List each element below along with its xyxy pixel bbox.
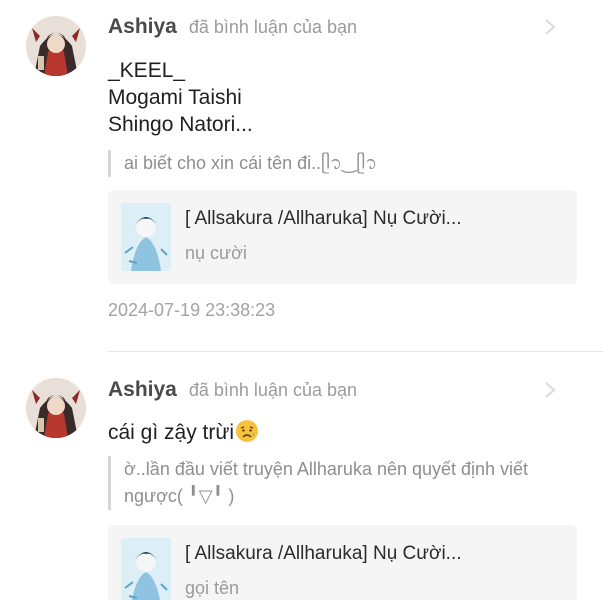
action-text: đã bình luận của bạn (188, 379, 358, 400)
comment-header: Ashiya đã bình luận của bạn (108, 375, 583, 405)
username[interactable]: Ashiya (108, 15, 177, 39)
username[interactable]: Ashiya (108, 378, 177, 402)
quoted-comment-line: ờ..lần đầu viết truyện Allharuka nên quy… (124, 459, 529, 479)
comment-body-line: _KEEL_ (108, 59, 186, 82)
avatar-image (26, 16, 86, 76)
divider (108, 351, 603, 352)
quoted-comment: ờ..lần đầu viết truyện Allharuka nên quy… (108, 456, 573, 510)
comment-body-line: cái gì zậy trừi (108, 419, 579, 446)
story-cover-thumbnail (121, 538, 171, 600)
chapter-title: nụ cười (185, 243, 247, 263)
story-title: [ Allsakura /Allharuka] Nụ Cười... (185, 208, 462, 229)
chapter-title: gọi tên (185, 578, 240, 598)
avatar[interactable] (26, 16, 86, 76)
comment-notification[interactable]: Ashiya đã bình luận của bạn _KEEL_ Mogam… (0, 0, 603, 352)
notification-feed: Ashiya đã bình luận của bạn _KEEL_ Mogam… (0, 0, 603, 600)
quoted-comment-line: ngược( ╹▽╹ ) (124, 486, 235, 506)
comment-body: _KEEL_ Mogami Taishi Shingo Natori... (108, 57, 579, 138)
avatar-image (26, 378, 86, 438)
anxious-face-emoji (236, 420, 259, 442)
chevron-right-icon[interactable] (539, 379, 561, 401)
comment-notification[interactable]: Ashiya đã bình luận của bạn cái gì zậy t… (0, 353, 603, 600)
story-card[interactable]: [ Allsakura /Allharuka] Nụ Cười... nụ cư… (108, 190, 577, 284)
comment-body-line: Mogami Taishi (108, 86, 242, 109)
story-cover-thumbnail (121, 203, 171, 271)
quoted-comment: ai biết cho xin cái tên đi..ᥫ᭡‿ᥫ᭡ (108, 150, 573, 177)
action-text: đã bình luận của bạn (188, 16, 358, 37)
avatar[interactable] (26, 378, 86, 438)
story-title: [ Allsakura /Allharuka] Nụ Cười... (185, 543, 462, 564)
comment-body-text: cái gì zậy trừi (108, 421, 235, 444)
timestamp: 2024-07-19 23:38:23 (108, 300, 276, 320)
comment-header: Ashiya đã bình luận của bạn (108, 12, 583, 42)
comment-body: cái gì zậy trừi (108, 419, 579, 446)
comment-body-line: Shingo Natori... (108, 113, 253, 136)
story-card[interactable]: [ Allsakura /Allharuka] Nụ Cười... gọi t… (108, 525, 577, 600)
chevron-right-icon[interactable] (539, 16, 561, 38)
